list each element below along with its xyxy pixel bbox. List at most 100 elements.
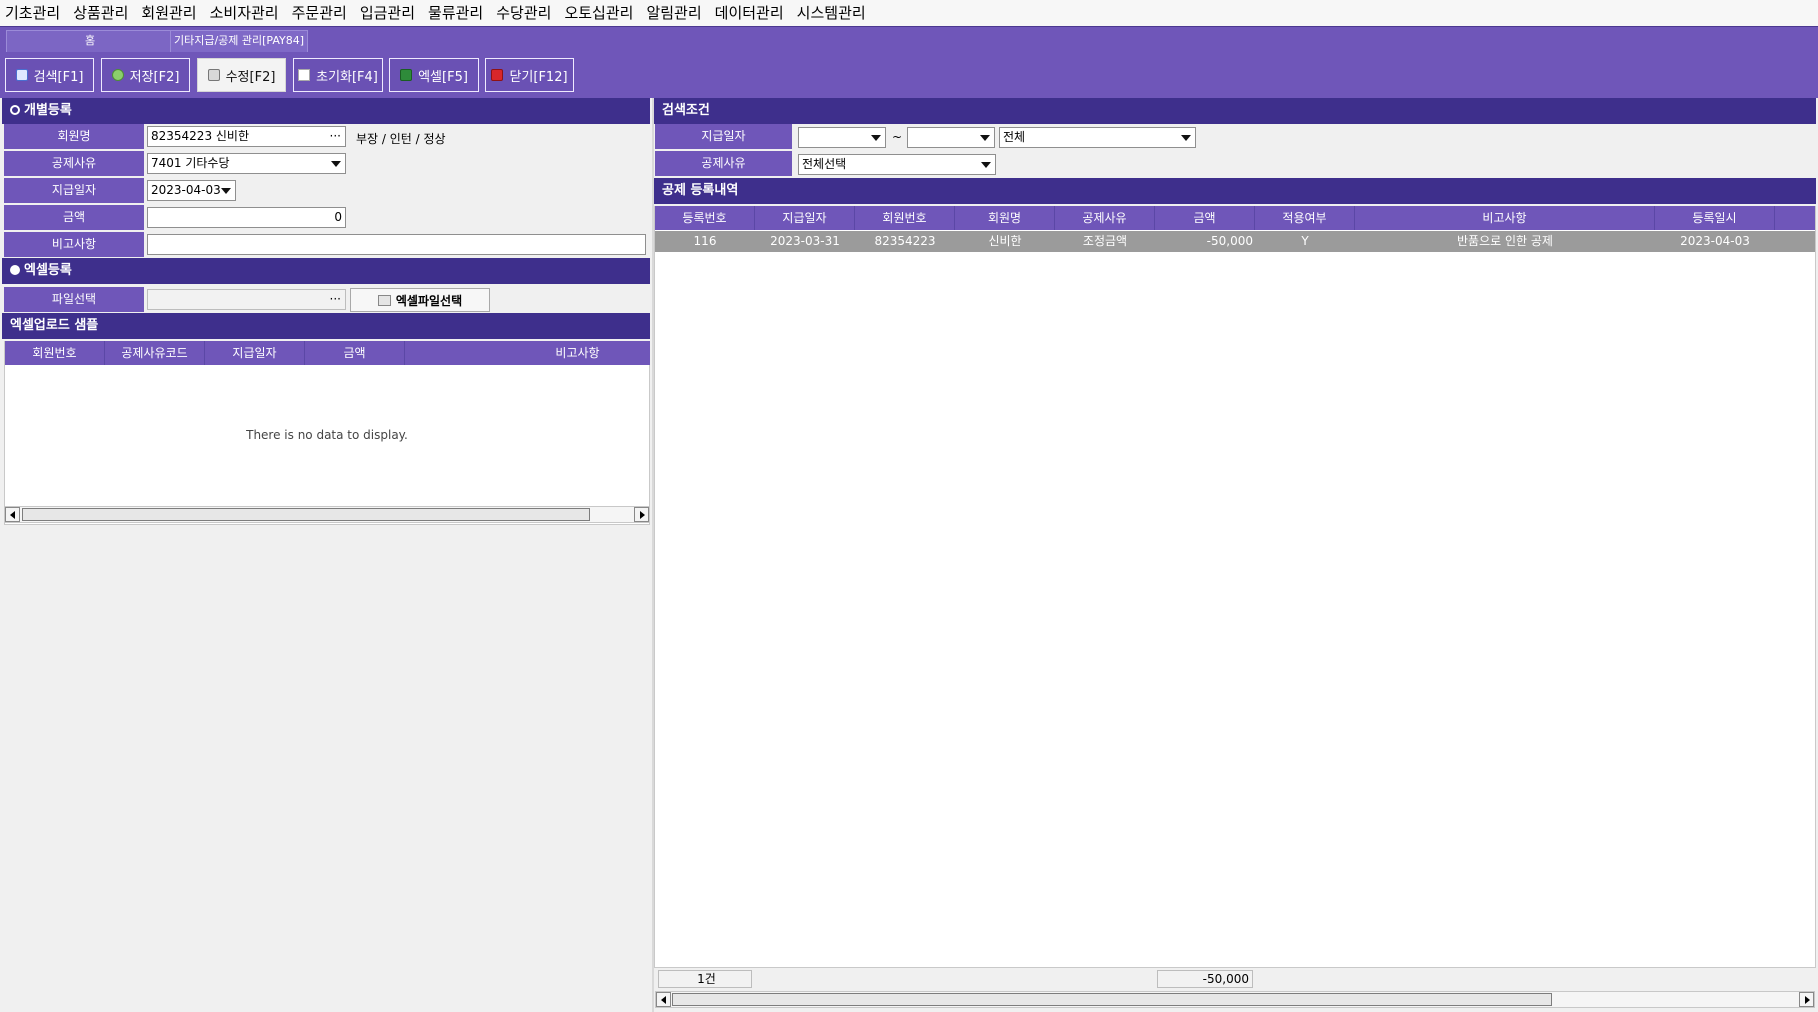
toolbar: 검색[F1] 저장[F2] 수정[F2] 초기화[F4] 엑셀[F5] 닫기[F… — [0, 52, 1818, 98]
reset-button[interactable]: 초기화[F4] — [293, 58, 383, 92]
circle-filled-icon — [10, 265, 20, 275]
search-conditions-header: 검색조건 — [654, 98, 1816, 124]
individual-registration-header: 개별등록 — [2, 98, 650, 124]
col-member-no[interactable]: 회원번호 — [855, 206, 955, 230]
cell-applied: Y — [1301, 234, 1309, 248]
deduction-scrollbar[interactable] — [655, 991, 1815, 1008]
circle-icon — [10, 105, 20, 115]
file-field[interactable]: ··· — [147, 289, 346, 310]
reason-select[interactable]: 7401 기타수당 — [147, 153, 346, 174]
cell-reason: 조정금액 — [1082, 234, 1128, 248]
chevron-down-icon — [981, 162, 991, 168]
col-member-name[interactable]: 회원명 — [955, 206, 1055, 230]
excel-icon — [400, 69, 413, 81]
cell-amount: -50,000 — [1206, 234, 1253, 248]
search-reason-select[interactable]: 전체선택 — [798, 154, 996, 175]
chevron-down-icon — [221, 188, 231, 194]
sample-grid-header: 회원번호 공제사유코드 지급일자 금액 비고사항 — [5, 341, 650, 365]
menu-notification[interactable]: 알림관리 — [641, 0, 709, 26]
cell-member-no: 82354223 — [874, 234, 936, 248]
excel-button[interactable]: 엑셀[F5] — [389, 58, 479, 92]
search-date-label: 지급일자 — [655, 124, 792, 149]
member-label: 회원명 — [4, 124, 144, 149]
excel-file-select-button[interactable]: 엑셀파일선택 — [350, 288, 490, 312]
member-lookup-button[interactable]: ··· — [330, 127, 341, 146]
member-field[interactable]: 82354223 신비한 ··· — [147, 126, 346, 147]
menu-data[interactable]: 데이터관리 — [710, 0, 792, 26]
tab-strip: 홈 기타지급/공제 관리[PAY84] — [0, 26, 1818, 52]
cell-reg-no: 116 — [693, 234, 717, 248]
search-date-from[interactable] — [798, 127, 886, 148]
scroll-right-button[interactable] — [634, 507, 649, 522]
menu-system[interactable]: 시스템관리 — [792, 0, 874, 26]
deduction-grid — [654, 206, 1816, 968]
menu-product[interactable]: 상품관리 — [68, 0, 136, 26]
col-pay-date[interactable]: 지급일자 — [755, 206, 855, 230]
cell-member-name: 신비한 — [988, 234, 1022, 248]
document-icon — [298, 69, 311, 81]
date-label: 지급일자 — [4, 178, 144, 203]
member-rank: 부장 / 인턴 / 정상 — [356, 132, 446, 146]
pencil-icon — [207, 69, 220, 81]
menu-consumer[interactable]: 소비자관리 — [205, 0, 287, 26]
tab-home[interactable]: 홈 — [6, 30, 174, 52]
col-applied[interactable]: 적용여부 — [1255, 206, 1355, 230]
menu-basic[interactable]: 기초관리 — [0, 0, 68, 26]
footer-sum: -50,000 — [1157, 970, 1253, 988]
scroll-thumb[interactable] — [22, 508, 590, 521]
sample-col-amount[interactable]: 금액 — [305, 341, 405, 365]
sample-col-date[interactable]: 지급일자 — [205, 341, 305, 365]
scroll-thumb[interactable] — [672, 993, 1552, 1006]
file-browse-button[interactable]: ··· — [330, 290, 341, 309]
col-reg-datetime[interactable]: 등록일시 — [1655, 206, 1775, 230]
sample-col-member-no[interactable]: 회원번호 — [5, 341, 105, 365]
no-data-message: There is no data to display. — [246, 428, 408, 442]
scroll-right-button[interactable] — [1799, 992, 1814, 1007]
footer-count: 1건 — [658, 970, 752, 988]
search-date-type-select[interactable]: 전체 — [999, 127, 1196, 148]
excel-sample-header: 엑셀업로드 샘플 — [2, 313, 650, 339]
chevron-down-icon — [980, 135, 990, 141]
menu-deposit[interactable]: 입금관리 — [355, 0, 423, 26]
close-icon — [491, 69, 504, 81]
sample-col-reason-code[interactable]: 공제사유코드 — [105, 341, 205, 365]
amount-label: 금액 — [4, 205, 144, 230]
col-memo[interactable]: 비고사항 — [1355, 206, 1655, 230]
deduction-list-header: 공제 등록내역 — [654, 178, 1816, 204]
date-picker[interactable]: 2023-04-03 — [147, 180, 236, 201]
col-reason[interactable]: 공제사유 — [1055, 206, 1155, 230]
cell-reg-datetime: 2023-04-03 14:43:21 — [1680, 234, 1750, 269]
search-date-to[interactable] — [907, 127, 995, 148]
save-button[interactable]: 저장[F2] — [101, 58, 190, 92]
file-icon — [377, 294, 391, 306]
menu-autoship[interactable]: 오토십관리 — [559, 0, 641, 26]
deduction-grid-header: 등록번호 지급일자 회원번호 회원명 공제사유 금액 적용여부 비고사항 등록일… — [655, 206, 1815, 230]
memo-input[interactable] — [147, 234, 646, 255]
reason-label: 공제사유 — [4, 151, 144, 176]
date-range-separator: ~ — [892, 130, 903, 144]
col-reg-no[interactable]: 등록번호 — [655, 206, 755, 230]
search-button[interactable]: 검색[F1] — [5, 58, 94, 92]
search-icon — [15, 69, 28, 81]
col-extra — [1775, 206, 1815, 230]
sample-scrollbar[interactable] — [4, 506, 650, 523]
table-row[interactable]: 116 2023-03-31 82354223 신비한 조정금액 -50,000… — [655, 231, 1815, 269]
menu-logistics[interactable]: 물류관리 — [423, 0, 491, 26]
scroll-left-button[interactable] — [5, 507, 20, 522]
col-amount[interactable]: 금액 — [1155, 206, 1255, 230]
search-reason-label: 공제사유 — [655, 151, 792, 176]
edit-button[interactable]: 수정[F2] — [197, 58, 286, 92]
scroll-left-button[interactable] — [656, 992, 671, 1007]
menu-order[interactable]: 주문관리 — [287, 0, 355, 26]
close-button[interactable]: 닫기[F12] — [485, 58, 574, 92]
cell-pay-date: 2023-03-31 — [770, 234, 840, 248]
menu-allowance[interactable]: 수당관리 — [491, 0, 559, 26]
tab-pay84[interactable]: 기타지급/공제 관리[PAY84] — [170, 30, 308, 52]
file-label: 파일선택 — [4, 287, 144, 312]
cell-memo: 반품으로 인한 공제 — [1457, 234, 1553, 248]
memo-label: 비고사항 — [4, 232, 144, 257]
amount-input[interactable]: 0 — [147, 207, 346, 228]
save-icon — [111, 69, 124, 81]
menu-member[interactable]: 회원관리 — [136, 0, 204, 26]
menu-bar: 기초관리 상품관리 회원관리 소비자관리 주문관리 입금관리 물류관리 수당관리… — [0, 0, 1818, 26]
